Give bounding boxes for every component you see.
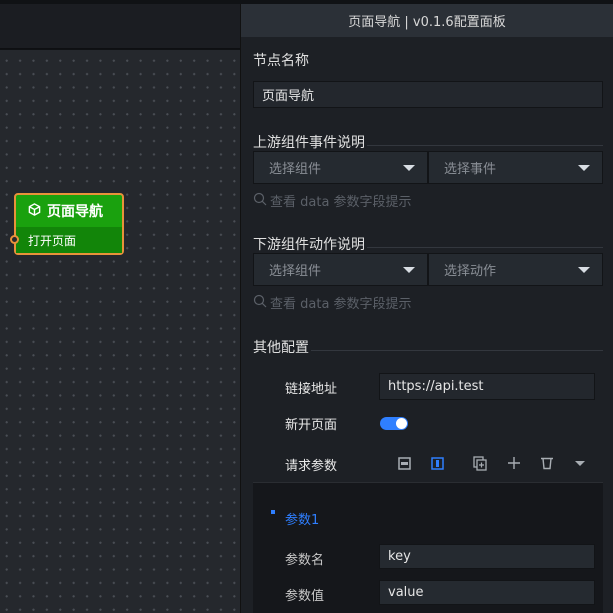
upstream-hint-link[interactable]: 查看 data 参数字段提示 [253, 191, 412, 210]
chevron-down-icon [403, 164, 415, 171]
flow-node-page-nav[interactable]: 页面导航 打开页面 [10, 193, 124, 255]
param-title[interactable]: 参数1 [285, 509, 319, 528]
downstream-action-select[interactable]: 选择动作 [428, 253, 603, 286]
new-page-label: 新开页面 [285, 418, 338, 433]
node-name-label: 节点名称 [253, 53, 309, 69]
chevron-down-icon [403, 266, 415, 273]
chevron-down-icon [578, 164, 590, 171]
cube-icon [28, 202, 41, 220]
param-value-input[interactable]: value [379, 580, 595, 605]
flow-canvas[interactable] [0, 50, 240, 613]
new-page-toggle[interactable] [380, 417, 408, 430]
url-label: 链接地址 [285, 382, 338, 397]
params-label: 请求参数 [285, 459, 338, 474]
config-panel: 页面导航 | v0.1.6配置面板 节点名称 页面导航 上游组件事件说明 选择组… [240, 4, 613, 613]
upstream-event-select[interactable]: 选择事件 [428, 151, 603, 184]
upstream-component-select[interactable]: 选择组件 [253, 151, 428, 184]
downstream-hint-link[interactable]: 查看 data 参数字段提示 [253, 293, 412, 312]
chevron-down-icon[interactable] [575, 461, 585, 467]
url-input[interactable]: https://api.test [379, 373, 595, 400]
downstream-section: 下游组件动作说明 [253, 234, 603, 254]
chevron-down-icon [578, 266, 590, 273]
search-icon [253, 192, 267, 210]
panel-title: 页面导航 | v0.1.6配置面板 [241, 4, 613, 37]
collapse-all-icon[interactable] [398, 457, 411, 470]
downstream-component-select[interactable]: 选择组件 [253, 253, 428, 286]
node-name-input[interactable]: 页面导航 [253, 81, 603, 108]
node-title: 页面导航 [47, 204, 103, 220]
canvas-toolbar [0, 4, 240, 49]
param-name-input[interactable]: key [379, 544, 595, 569]
add-icon[interactable] [507, 456, 521, 470]
node-input-port[interactable] [10, 235, 19, 244]
copy-icon[interactable] [473, 456, 487, 471]
upstream-section: 上游组件事件说明 [253, 132, 603, 152]
bullet-icon [271, 510, 275, 514]
param-item: 参数1 参数名 key 参数值 value [253, 482, 603, 613]
expand-all-icon[interactable] [431, 457, 444, 470]
other-config-section: 其他配置 [253, 337, 603, 357]
param-value-label: 参数值 [285, 589, 325, 604]
node-action: 打开页面 [16, 227, 122, 253]
param-name-label: 参数名 [285, 553, 325, 568]
search-icon [253, 294, 267, 312]
delete-icon[interactable] [540, 456, 554, 470]
